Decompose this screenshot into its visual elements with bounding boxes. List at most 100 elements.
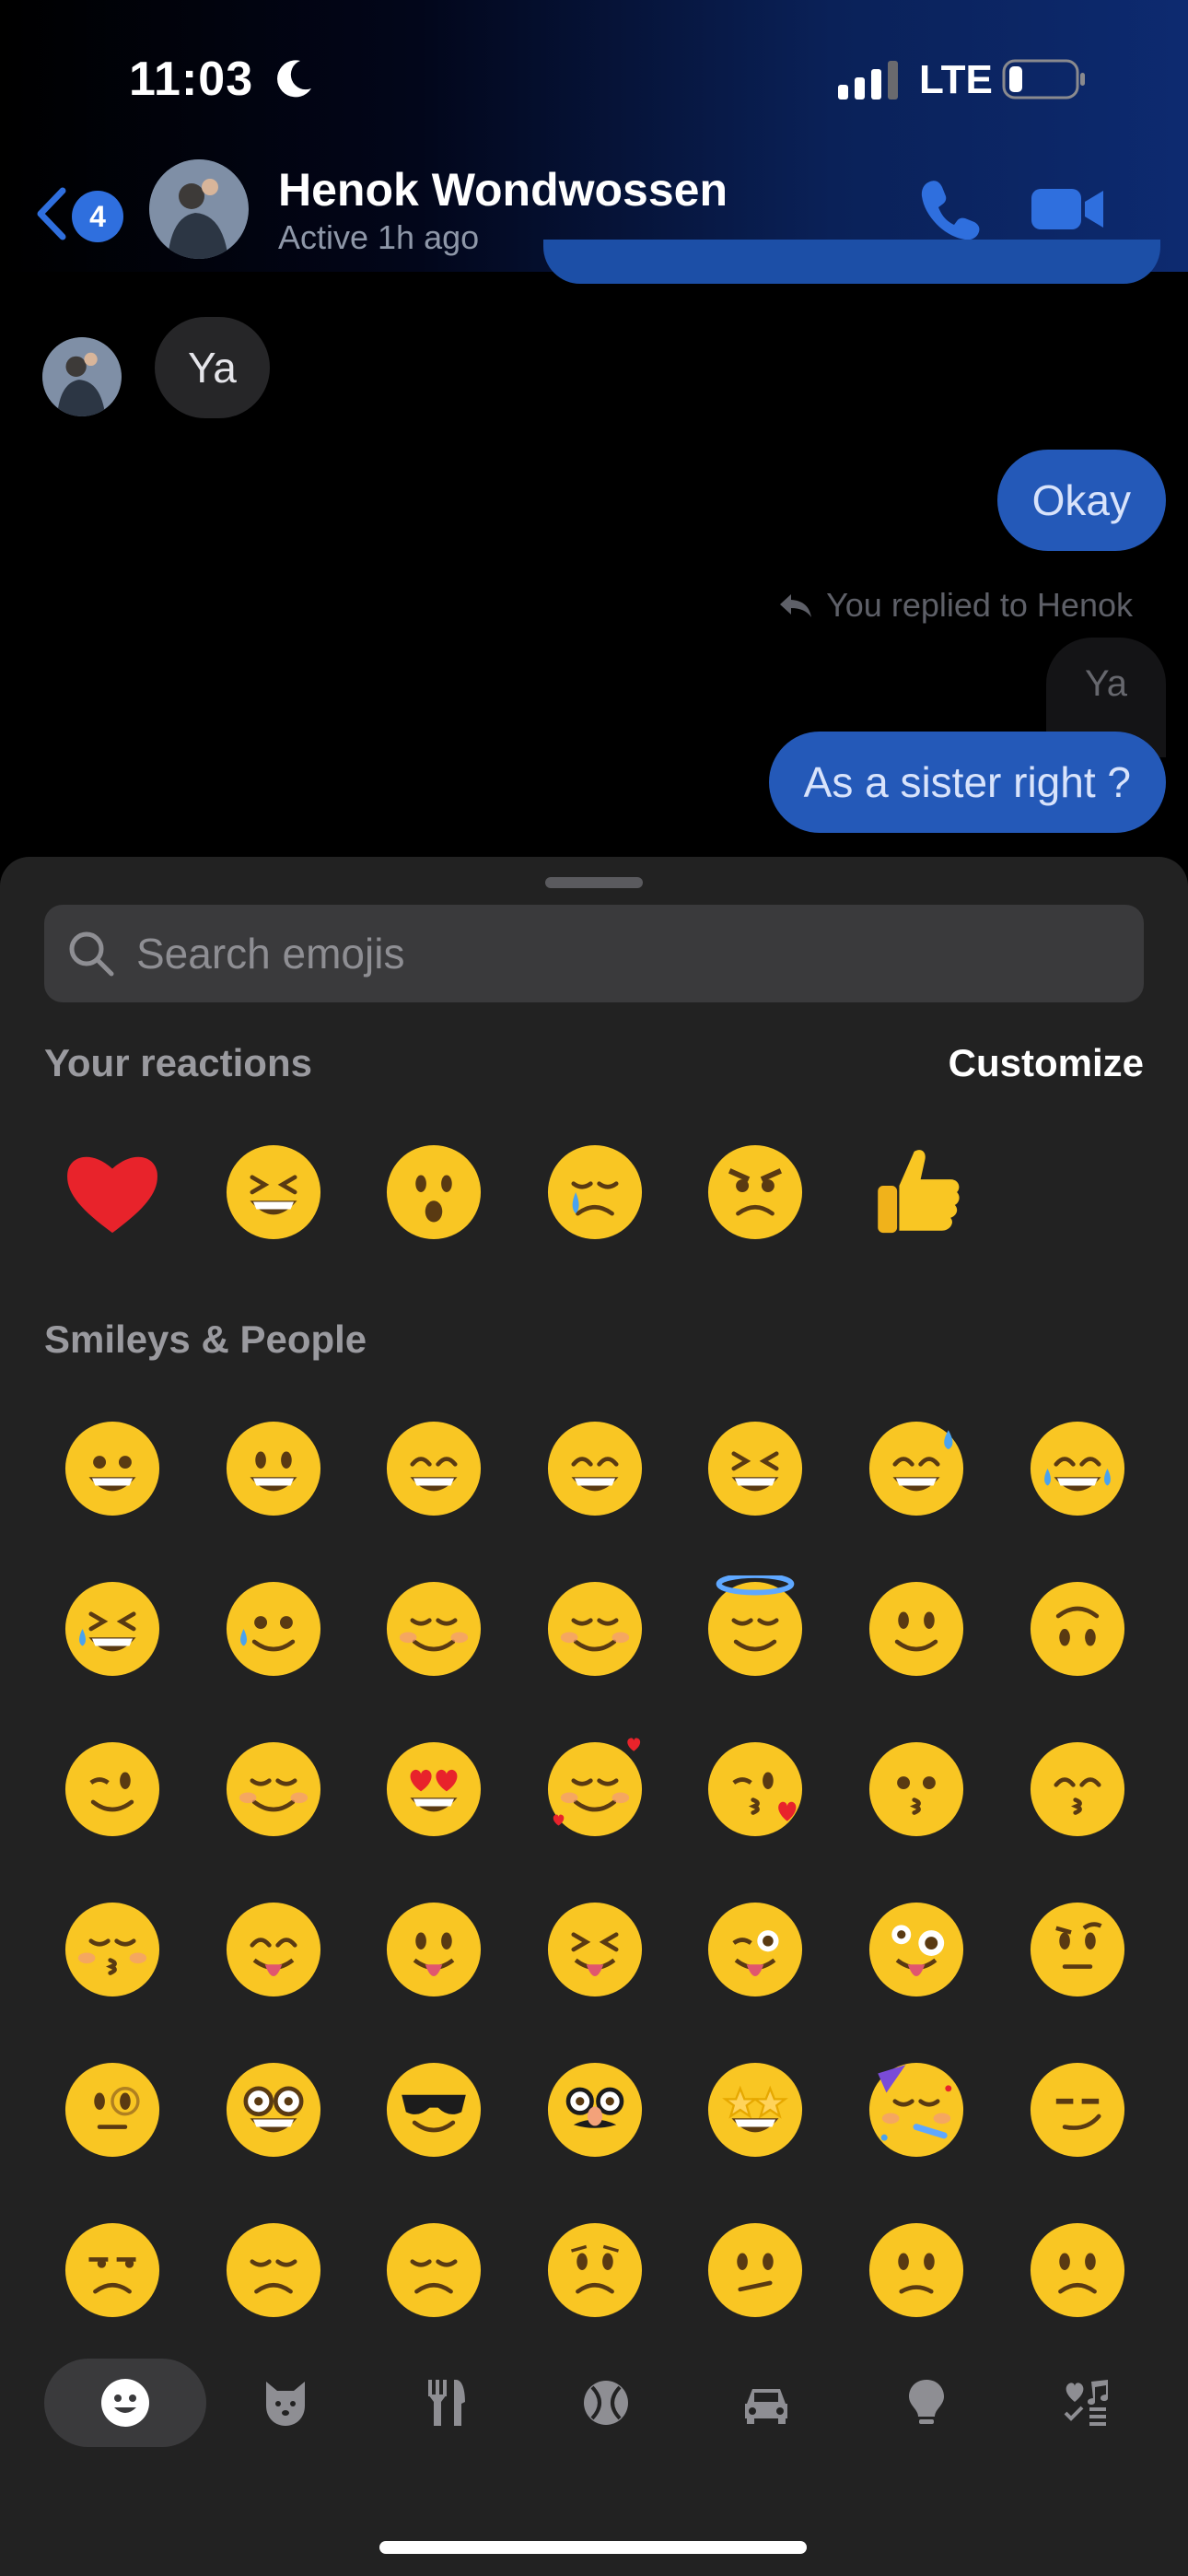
travel-tab[interactable]: [685, 2359, 847, 2447]
food-tab[interactable]: [365, 2359, 527, 2447]
symbols-tab[interactable]: [1006, 2359, 1168, 2447]
laughing-icon[interactable]: [200, 1118, 347, 1266]
grin-icon[interactable]: [521, 1395, 669, 1542]
unread-badge: 4: [72, 191, 123, 242]
travel-category-icon: [745, 2389, 787, 2424]
reply-context-label: You replied to Henok: [778, 586, 1133, 625]
rofl-icon[interactable]: [39, 1555, 186, 1703]
squinting-tongue-icon[interactable]: [521, 1876, 669, 2023]
outgoing-message-bubble[interactable]: As a sister right ?: [768, 732, 1166, 833]
innocent-icon[interactable]: [681, 1555, 829, 1703]
emoji-category-tabs: [0, 2359, 1188, 2451]
yum-icon[interactable]: [200, 1876, 347, 2023]
unamused-icon[interactable]: [39, 2196, 186, 2344]
food-category-icon: [428, 2380, 465, 2426]
contact-status: Active 1h ago: [278, 218, 480, 256]
slightly-smiling-icon[interactable]: [843, 1555, 990, 1703]
sunglasses-icon[interactable]: [360, 2036, 507, 2184]
activity-category-icon: [584, 2381, 628, 2425]
laughing-icon[interactable]: [681, 1395, 829, 1542]
animals-tab[interactable]: [204, 2359, 367, 2447]
emoji-search-input[interactable]: [136, 929, 1112, 978]
joy-icon[interactable]: [1004, 1395, 1151, 1542]
smirk-icon[interactable]: [1004, 2036, 1151, 2184]
objects-category-icon: [909, 2380, 944, 2424]
zany-icon[interactable]: [843, 1876, 990, 2023]
emoji-row: [0, 2036, 1188, 2184]
emoji-picker-sheet: Your reactions Customize Smileys & Peopl…: [0, 857, 1188, 2576]
avatar-photo: [42, 337, 122, 416]
relieved-icon[interactable]: [200, 1715, 347, 1863]
reactions-section-label: Your reactions: [44, 1041, 312, 1084]
pensive-icon[interactable]: [360, 2196, 507, 2344]
emoji-search-field[interactable]: [44, 905, 1144, 1002]
objects-tab[interactable]: [845, 2359, 1007, 2447]
angry-icon[interactable]: [681, 1118, 829, 1266]
status-bar: 11:03 LTE: [0, 0, 1188, 161]
heart-icon[interactable]: [39, 1118, 186, 1266]
worried-icon[interactable]: [521, 2196, 669, 2344]
nerd-icon[interactable]: [200, 2036, 347, 2184]
upside-down-icon[interactable]: [1004, 1555, 1151, 1703]
smiley-icon[interactable]: [200, 1395, 347, 1542]
reply-context-text: You replied to Henok: [826, 586, 1133, 624]
emoji-row: [0, 1555, 1188, 1703]
sweat-smile-icon[interactable]: [843, 1395, 990, 1542]
smile-icon[interactable]: [360, 1395, 507, 1542]
surprised-icon[interactable]: [360, 1118, 507, 1266]
slightly-frowning-icon[interactable]: [843, 2196, 990, 2344]
outgoing-message-bubble[interactable]: Okay: [996, 450, 1166, 551]
smiling-hearts-icon[interactable]: [521, 1715, 669, 1863]
smileys-section-label: Smileys & People: [44, 1317, 367, 1361]
sheet-grabber[interactable]: [545, 877, 643, 888]
animals-category-icon: [266, 2382, 305, 2426]
raised-eyebrow-icon[interactable]: [1004, 1876, 1151, 2023]
crying-icon[interactable]: [521, 1118, 669, 1266]
grinning-icon[interactable]: [39, 1395, 186, 1542]
winking-tongue-icon[interactable]: [681, 1876, 829, 2023]
activity-tab[interactable]: [525, 2359, 687, 2447]
phone-icon[interactable]: [917, 176, 984, 242]
reply-icon: [780, 594, 812, 617]
kissing-heart-icon[interactable]: [681, 1715, 829, 1863]
home-indicator: [379, 2541, 807, 2554]
disappointed-icon[interactable]: [200, 2196, 347, 2344]
back-button[interactable]: 4: [33, 178, 125, 244]
status-time: 11:03: [129, 53, 254, 106]
kissing-smiling-eyes-icon[interactable]: [1004, 1715, 1151, 1863]
moon-icon: [277, 60, 311, 98]
stuck-out-tongue-icon[interactable]: [360, 1876, 507, 2023]
disguised-icon[interactable]: [521, 2036, 669, 2184]
thumbs-up-icon[interactable]: [843, 1118, 990, 1266]
blush-icon[interactable]: [521, 1555, 669, 1703]
customize-button[interactable]: Customize: [949, 1041, 1144, 1085]
partying-icon[interactable]: [843, 2036, 990, 2184]
kissing-closed-eyes-icon[interactable]: [39, 1876, 186, 2023]
chevron-left-icon: [37, 187, 66, 240]
video-camera-icon[interactable]: [1030, 180, 1107, 239]
confused-icon[interactable]: [681, 2196, 829, 2344]
smileys-tab[interactable]: [44, 2359, 206, 2447]
signal-icon: [838, 61, 898, 100]
relaxed-icon[interactable]: [360, 1555, 507, 1703]
symbols-category-icon: [1064, 2380, 1108, 2426]
search-icon: [69, 931, 114, 977]
reactions-row: [0, 1118, 1188, 1266]
battery-icon: [1002, 59, 1085, 100]
holding-back-tears-icon[interactable]: [200, 1555, 347, 1703]
incoming-message-bubble[interactable]: Ya: [155, 317, 270, 418]
monocle-icon[interactable]: [39, 2036, 186, 2184]
kissing-icon[interactable]: [843, 1715, 990, 1863]
smileys-category-icon: [101, 2379, 149, 2427]
emoji-row: [0, 2196, 1188, 2344]
wink-icon[interactable]: [39, 1715, 186, 1863]
contact-name[interactable]: Henok Wondwossen: [278, 163, 728, 217]
star-struck-icon[interactable]: [681, 2036, 829, 2184]
heart-eyes-icon[interactable]: [360, 1715, 507, 1863]
contact-avatar[interactable]: [149, 159, 249, 259]
emoji-row: [0, 1715, 1188, 1863]
incoming-avatar: [42, 337, 122, 416]
emoji-row: [0, 1876, 1188, 2023]
frowning-icon[interactable]: [1004, 2196, 1151, 2344]
emoji-row: [0, 1395, 1188, 1542]
